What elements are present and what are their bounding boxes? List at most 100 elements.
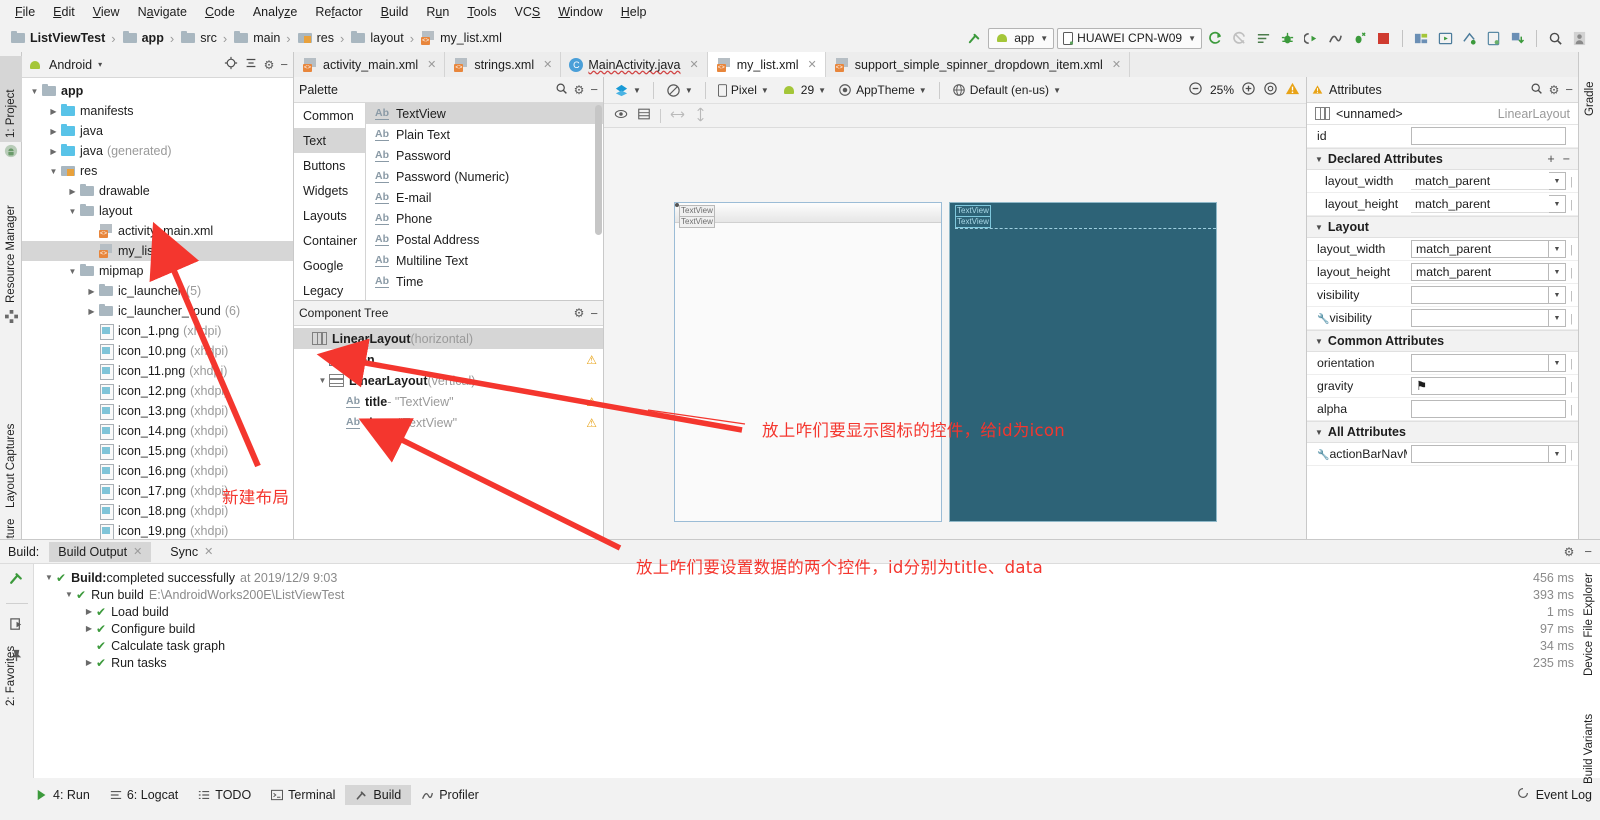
avd-device-manager-icon[interactable] xyxy=(1435,28,1456,49)
component-tree-row[interactable]: icon ⚠ xyxy=(294,349,603,370)
status-tool-build[interactable]: Build xyxy=(345,785,412,805)
attribute-value-field[interactable]: match_parent xyxy=(1411,195,1549,213)
tree-node[interactable]: icon_19.png (xhdpi) xyxy=(22,521,293,541)
close-icon[interactable]: ✕ xyxy=(1112,58,1121,71)
palette-items[interactable]: Ab TextView Ab Plain Text Ab Password Ab Passwo… xyxy=(366,103,603,300)
attribute-value-cell[interactable]: ▼ xyxy=(1407,445,1570,463)
menu-item-tools[interactable]: Tools xyxy=(458,2,505,22)
warning-icon[interactable] xyxy=(1285,81,1300,99)
zoom-in-icon[interactable] xyxy=(1241,81,1256,99)
eye-icon[interactable] xyxy=(614,107,628,124)
attribute-value-cell[interactable]: ▼ xyxy=(1407,286,1570,304)
tab-sync[interactable]: Sync ✕ xyxy=(161,542,222,562)
minimize-icon[interactable]: − xyxy=(1584,544,1592,559)
gear-icon[interactable]: ⚙ xyxy=(264,58,275,72)
component-tree-row[interactable]: Ab data - "TextView" ⚠ xyxy=(294,412,603,433)
palette-item[interactable]: Ab Password xyxy=(366,145,603,166)
attribute-row[interactable]: 🔧visibility ▼ | xyxy=(1307,307,1578,330)
close-icon[interactable]: ✕ xyxy=(204,545,213,558)
tree-node[interactable]: ▼ res xyxy=(22,161,293,181)
attribute-value-field[interactable] xyxy=(1411,445,1549,463)
tree-node[interactable]: ▼ layout xyxy=(22,201,293,221)
expand-arrow-icon[interactable]: ▼ xyxy=(62,590,76,599)
attribute-value-field[interactable] xyxy=(1411,400,1566,418)
sidebar-item-resource-manager[interactable]: Resource Manager xyxy=(0,167,22,307)
search-icon[interactable] xyxy=(555,82,568,98)
menu-item-help[interactable]: Help xyxy=(612,2,656,22)
expand-arrow-icon[interactable]: ▼ xyxy=(1315,337,1323,346)
palette-item[interactable]: Ab TextView xyxy=(366,103,603,124)
device-preview-render[interactable]: TextView TextView xyxy=(949,202,1217,522)
palette-scrollbar[interactable] xyxy=(595,105,602,235)
expand-arrow-icon[interactable]: ▼ xyxy=(66,267,79,276)
build-hammer-icon[interactable] xyxy=(964,28,985,49)
device-file-explorer-icon[interactable] xyxy=(1483,28,1504,49)
palette-item[interactable]: Ab Plain Text xyxy=(366,124,603,145)
design-mode-selector[interactable]: ▼ xyxy=(610,81,645,100)
collapse-arrow-icon[interactable]: ▶ xyxy=(82,607,96,616)
minimize-icon[interactable]: − xyxy=(590,82,598,97)
tree-node[interactable]: icon_15.png (xhdpi) xyxy=(22,441,293,461)
tree-node[interactable]: my_list.xml xyxy=(22,241,293,261)
breadcrumb-item-file[interactable]: my_list.xml xyxy=(416,29,506,47)
attribute-row[interactable]: orientation ▼ | xyxy=(1307,352,1578,375)
chevron-down-icon[interactable]: ▼ xyxy=(1549,195,1566,213)
minimize-icon[interactable]: − xyxy=(590,306,598,321)
attribute-section-header[interactable]: ▼ Declared Attributes + − xyxy=(1307,148,1578,170)
tree-node[interactable]: icon_12.png (xhdpi) xyxy=(22,381,293,401)
attribute-value-cell[interactable]: ▼ xyxy=(1407,354,1570,372)
attribute-section-header[interactable]: ▼ Layout xyxy=(1307,216,1578,238)
palette-item[interactable]: Ab Phone xyxy=(366,208,603,229)
sidebar-item-favorites[interactable]: 2: Favorites xyxy=(0,600,22,710)
tree-node[interactable]: icon_11.png (xhdpi) xyxy=(22,361,293,381)
attribute-row-id[interactable]: id xyxy=(1307,125,1578,148)
device-selector[interactable]: Pixel ▼ xyxy=(714,81,773,99)
editor-tab[interactable]: activity_main.xml ✕ xyxy=(294,52,446,77)
device-preview-blueprint[interactable]: TextView TextView xyxy=(674,202,942,522)
menu-item-view[interactable]: View xyxy=(84,2,129,22)
gear-icon[interactable]: ⚙ xyxy=(1549,83,1560,97)
gear-icon[interactable]: ⚙ xyxy=(574,83,585,97)
attribute-row[interactable]: 🔧actionBarNavMo ▼ | xyxy=(1307,443,1578,466)
expand-arrow-icon[interactable]: ▼ xyxy=(1315,223,1323,232)
sync-gradle-icon[interactable] xyxy=(1205,28,1226,49)
build-output-row[interactable]: ▶ ✔ Load build 1 ms xyxy=(34,603,1586,620)
build-icon[interactable] xyxy=(8,570,25,590)
attribute-row[interactable]: layout_height match_parent ▼ | xyxy=(1307,261,1578,284)
menu-item-edit[interactable]: Edit xyxy=(44,2,84,22)
sidebar-item-build-variants[interactable]: Build Variants xyxy=(1578,688,1600,788)
id-input[interactable] xyxy=(1411,127,1566,145)
chevron-down-icon[interactable]: ▼ xyxy=(1549,263,1566,281)
breadcrumb-item-app[interactable]: app xyxy=(118,29,168,47)
expand-arrow-icon[interactable]: ▼ xyxy=(66,207,79,216)
attribute-row[interactable]: alpha | xyxy=(1307,398,1578,421)
palette-category[interactable]: Buttons xyxy=(294,153,365,178)
attribute-row[interactable]: layout_height match_parent ▼ | xyxy=(1307,193,1578,216)
palette-category[interactable]: Widgets xyxy=(294,178,365,203)
tree-node[interactable]: icon_13.png (xhdpi) xyxy=(22,401,293,421)
tree-node[interactable]: activity_main.xml xyxy=(22,221,293,241)
attribute-value-cell[interactable]: match_parent ▼ xyxy=(1407,172,1570,190)
theme-selector[interactable]: AppTheme ▼ xyxy=(834,81,931,99)
collapse-all-icon[interactable] xyxy=(244,56,258,73)
close-icon[interactable]: ✕ xyxy=(690,58,699,71)
attribute-row[interactable]: layout_width match_parent ▼ | xyxy=(1307,238,1578,261)
menu-item-navigate[interactable]: Navigate xyxy=(129,2,196,22)
chevron-down-icon[interactable]: ▼ xyxy=(1549,354,1566,372)
profiler-icon[interactable] xyxy=(1325,28,1346,49)
remove-attribute-button[interactable]: − xyxy=(1563,152,1570,166)
editor-tab[interactable]: C MainActivity.java ✕ xyxy=(561,52,708,77)
project-view-label[interactable]: Android xyxy=(49,58,92,72)
menu-item-code[interactable]: Code xyxy=(196,2,244,22)
editor-tab[interactable]: strings.xml ✕ xyxy=(445,52,562,77)
search-icon[interactable] xyxy=(1530,82,1543,98)
tree-node[interactable]: icon_1.png (xhdpi) xyxy=(22,321,293,341)
build-output-row[interactable]: ▶ ✔ Configure build 97 ms xyxy=(34,620,1586,637)
target-icon[interactable] xyxy=(224,56,238,73)
chevron-down-icon[interactable]: ▾ xyxy=(98,60,102,69)
attribute-value-cell[interactable] xyxy=(1407,127,1570,145)
menu-item-analyze[interactable]: Analyze xyxy=(244,2,306,22)
attribute-row[interactable]: layout_width match_parent ▼ | xyxy=(1307,170,1578,193)
warning-icon[interactable]: ⚠ xyxy=(586,395,597,409)
breadcrumb-item-project[interactable]: ListViewTest xyxy=(6,29,109,47)
